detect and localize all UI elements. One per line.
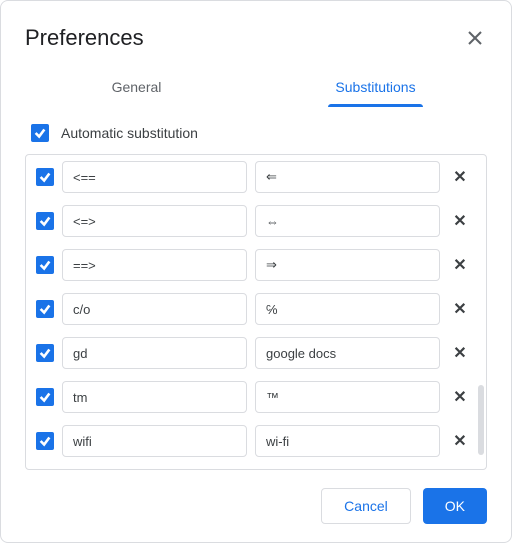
substitution-row: ✕ <box>26 199 482 243</box>
tab-general[interactable]: General <box>17 67 256 107</box>
dialog-footer: Cancel OK <box>1 470 511 542</box>
scrollbar[interactable] <box>478 385 484 455</box>
row-checkbox[interactable] <box>36 212 54 230</box>
with-input[interactable] <box>255 249 440 281</box>
dialog-header: Preferences <box>1 1 511 63</box>
check-icon <box>38 214 52 228</box>
delete-row-button[interactable]: ✕ <box>448 297 472 321</box>
replace-input[interactable] <box>62 425 247 457</box>
replace-input[interactable] <box>62 293 247 325</box>
close-icon <box>468 31 482 45</box>
delete-icon: ✕ <box>453 299 466 319</box>
substitution-row: ✕ <box>26 331 482 375</box>
substitution-row: ✕ <box>26 419 482 463</box>
auto-substitution-row: Automatic substitution <box>25 116 487 154</box>
row-checkbox[interactable] <box>36 344 54 362</box>
dialog-content: Automatic substitution ✕ ✕ ✕ ✕ ✕ ✕ ✕ <box>1 108 511 470</box>
tabs: General Substitutions <box>1 67 511 108</box>
replace-input[interactable] <box>62 337 247 369</box>
with-input[interactable] <box>255 161 440 193</box>
delete-icon: ✕ <box>453 255 466 275</box>
check-icon <box>38 346 52 360</box>
delete-icon: ✕ <box>453 387 466 407</box>
check-icon <box>38 170 52 184</box>
preferences-dialog: Preferences General Substitutions Automa… <box>0 0 512 543</box>
substitution-rows: ✕ ✕ ✕ ✕ ✕ ✕ ✕ <box>26 155 486 469</box>
row-checkbox[interactable] <box>36 388 54 406</box>
with-input[interactable] <box>255 293 440 325</box>
check-icon <box>38 302 52 316</box>
substitution-row: ✕ <box>26 155 482 199</box>
ok-button[interactable]: OK <box>423 488 487 524</box>
delete-row-button[interactable]: ✕ <box>448 385 472 409</box>
delete-row-button[interactable]: ✕ <box>448 165 472 189</box>
replace-input[interactable] <box>62 381 247 413</box>
substitution-row: ✕ <box>26 243 482 287</box>
row-checkbox[interactable] <box>36 300 54 318</box>
check-icon <box>38 434 52 448</box>
delete-row-button[interactable]: ✕ <box>448 429 472 453</box>
row-checkbox[interactable] <box>36 256 54 274</box>
row-checkbox[interactable] <box>36 168 54 186</box>
with-input[interactable] <box>255 425 440 457</box>
delete-row-button[interactable]: ✕ <box>448 341 472 365</box>
with-input[interactable] <box>255 205 440 237</box>
substitution-table: ✕ ✕ ✕ ✕ ✕ ✕ ✕ <box>25 154 487 470</box>
replace-input[interactable] <box>62 161 247 193</box>
cancel-button[interactable]: Cancel <box>321 488 411 524</box>
check-icon <box>33 126 47 140</box>
check-icon <box>38 258 52 272</box>
auto-substitution-checkbox[interactable] <box>31 124 49 142</box>
delete-row-button[interactable]: ✕ <box>448 209 472 233</box>
with-input[interactable] <box>255 381 440 413</box>
delete-icon: ✕ <box>453 167 466 187</box>
replace-input[interactable] <box>62 249 247 281</box>
delete-icon: ✕ <box>453 343 466 363</box>
check-icon <box>38 390 52 404</box>
substitution-row: ✕ <box>26 375 482 419</box>
close-button[interactable] <box>463 26 487 50</box>
delete-icon: ✕ <box>453 431 466 451</box>
delete-icon: ✕ <box>453 211 466 231</box>
with-input[interactable] <box>255 337 440 369</box>
auto-substitution-label: Automatic substitution <box>61 125 198 141</box>
dialog-title: Preferences <box>25 25 144 51</box>
replace-input[interactable] <box>62 205 247 237</box>
tab-substitutions[interactable]: Substitutions <box>256 67 495 107</box>
row-checkbox[interactable] <box>36 432 54 450</box>
delete-row-button[interactable]: ✕ <box>448 253 472 277</box>
substitution-row: ✕ <box>26 287 482 331</box>
